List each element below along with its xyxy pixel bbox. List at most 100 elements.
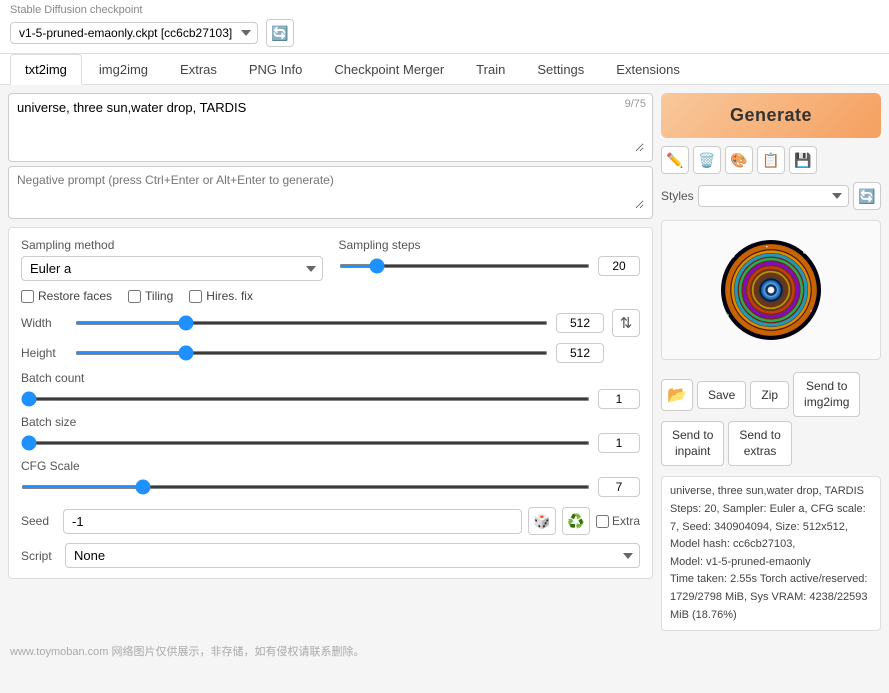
positive-prompt-input[interactable]: universe, three sun,water drop, TARDIS — [17, 100, 644, 152]
top-bar: Stable Diffusion checkpoint v1-5-pruned-… — [0, 0, 889, 54]
width-row: Width ⇅ — [21, 309, 640, 337]
extra-label: Extra — [612, 514, 640, 528]
sampling-method-label: Sampling method — [21, 238, 323, 252]
height-value[interactable] — [556, 343, 604, 363]
seed-label: Seed — [21, 514, 57, 528]
seed-input[interactable] — [63, 509, 522, 534]
batch-size-slider-row — [21, 433, 640, 453]
checkpoint-label: Stable Diffusion checkpoint — [10, 4, 879, 16]
palette-icon-btn[interactable]: 🎨 — [725, 146, 753, 174]
tab-extensions[interactable]: Extensions — [601, 54, 695, 84]
sampling-method-col: Sampling method Euler a — [21, 238, 323, 281]
tab-img2img[interactable]: img2img — [84, 54, 163, 84]
refresh-checkpoint-btn[interactable]: 🔄 — [266, 19, 294, 47]
batch-count-row: Batch count — [21, 371, 640, 409]
tiling-checkbox[interactable] — [128, 290, 141, 303]
height-slider[interactable] — [75, 351, 548, 355]
send-inpaint-label: Send toinpaint — [672, 428, 713, 458]
batch-size-label: Batch size — [21, 415, 640, 429]
batch-size-row: Batch size — [21, 415, 640, 453]
cfg-slider[interactable] — [21, 485, 590, 489]
batch-size-slider[interactable] — [21, 441, 590, 445]
script-select[interactable]: None — [65, 543, 640, 568]
batch-count-value[interactable] — [598, 389, 640, 409]
output-image-area — [661, 220, 881, 360]
sampling-method-select[interactable]: Euler a — [21, 256, 323, 281]
restore-faces-label: Restore faces — [38, 289, 112, 303]
tab-png-info[interactable]: PNG Info — [234, 54, 317, 84]
negative-prompt-box[interactable] — [8, 166, 653, 219]
watermark: www.toymoban.com 网络图片仅供展示，非存储，如有侵权请联系删除。 — [0, 639, 889, 663]
checkboxes-row: Restore faces Tiling Hires. fix — [21, 289, 640, 303]
send-img2img-btn[interactable]: Send toimg2img — [793, 372, 860, 417]
send-extras-label: Send toextras — [739, 428, 780, 458]
hires-fix-label: Hires. fix — [206, 289, 253, 303]
width-value[interactable] — [556, 313, 604, 333]
copy-icon-btn[interactable]: 📋 — [757, 146, 785, 174]
batch-size-value[interactable] — [598, 433, 640, 453]
sampling-steps-slider[interactable] — [339, 264, 591, 268]
batch-count-slider-row — [21, 389, 640, 409]
right-panel: Generate ✏️ 🗑️ 🎨 📋 💾 Styles 🔄 — [653, 93, 881, 631]
prompt-counter: 9/75 — [625, 98, 646, 110]
hires-fix-checkbox[interactable] — [189, 290, 202, 303]
tiling-checkbox-label[interactable]: Tiling — [128, 289, 173, 303]
checkpoint-select[interactable]: v1-5-pruned-emaonly.ckpt [cc6cb27103] — [10, 22, 258, 44]
tab-checkpoint-merger[interactable]: Checkpoint Merger — [319, 54, 459, 84]
refresh-styles-btn[interactable]: 🔄 — [853, 182, 881, 210]
tab-extras[interactable]: Extras — [165, 54, 232, 84]
controls-section: Sampling method Euler a Sampling steps — [8, 227, 653, 579]
bottom-buttons: 📂 Save Zip Send toimg2img Send toinpaint… — [661, 372, 881, 466]
tiling-label: Tiling — [145, 289, 173, 303]
pencil-icon-btn[interactable]: ✏️ — [661, 146, 689, 174]
negative-prompt-input[interactable] — [17, 173, 644, 209]
sampling-steps-label: Sampling steps — [339, 238, 641, 252]
action-icons-row: ✏️ 🗑️ 🎨 📋 💾 — [661, 146, 881, 174]
sampling-steps-col: Sampling steps — [339, 238, 641, 281]
extra-checkbox[interactable] — [596, 515, 609, 528]
cfg-value[interactable] — [598, 477, 640, 497]
output-info-line1: universe, three sun,water drop, TARDIS — [670, 483, 872, 501]
styles-select[interactable] — [698, 185, 849, 207]
width-slider[interactable] — [75, 321, 548, 325]
restore-faces-checkbox-label[interactable]: Restore faces — [21, 289, 112, 303]
sampling-steps-slider-row — [339, 256, 641, 276]
cfg-label: CFG Scale — [21, 459, 640, 473]
generate-button[interactable]: Generate — [661, 93, 881, 138]
styles-label: Styles — [661, 189, 694, 203]
tab-txt2img[interactable]: txt2img — [10, 54, 82, 85]
hires-fix-checkbox-label[interactable]: Hires. fix — [189, 289, 253, 303]
seed-dice-btn[interactable]: 🎲 — [528, 507, 556, 535]
seed-recycle-btn[interactable]: ♻️ — [562, 507, 590, 535]
output-info-line3: Model: v1-5-pruned-emaonly — [670, 554, 872, 572]
send-extras-btn[interactable]: Send toextras — [728, 421, 791, 466]
open-folder-btn[interactable]: 📂 — [661, 379, 693, 411]
save-btn[interactable]: Save — [697, 381, 746, 409]
cfg-slider-row — [21, 477, 640, 497]
output-info-line4: Time taken: 2.55s Torch active/reserved:… — [670, 571, 872, 624]
tab-settings[interactable]: Settings — [522, 54, 599, 84]
width-label: Width — [21, 316, 67, 330]
height-label: Height — [21, 346, 67, 360]
zip-btn[interactable]: Zip — [750, 381, 789, 409]
height-row: Height — [21, 343, 640, 363]
extra-checkbox-label[interactable]: Extra — [596, 514, 640, 528]
script-row: Script None — [21, 543, 640, 568]
tab-train[interactable]: Train — [461, 54, 520, 84]
script-label: Script — [21, 549, 57, 563]
left-panel: 9/75 universe, three sun,water drop, TAR… — [8, 93, 653, 631]
trash-icon-btn[interactable]: 🗑️ — [693, 146, 721, 174]
send-img2img-label: Send toimg2img — [804, 379, 849, 409]
save-icon-btn[interactable]: 💾 — [789, 146, 817, 174]
positive-prompt-box: 9/75 universe, three sun,water drop, TAR… — [8, 93, 653, 162]
cfg-row: CFG Scale — [21, 459, 640, 497]
sampling-steps-value[interactable] — [598, 256, 640, 276]
restore-faces-checkbox[interactable] — [21, 290, 34, 303]
batch-count-slider[interactable] — [21, 397, 590, 401]
send-inpaint-btn[interactable]: Send toinpaint — [661, 421, 724, 466]
sampling-row: Sampling method Euler a Sampling steps — [21, 238, 640, 281]
swap-dimensions-btn[interactable]: ⇅ — [612, 309, 640, 337]
output-info-line2: Steps: 20, Sampler: Euler a, CFG scale: … — [670, 501, 872, 554]
styles-row: Styles 🔄 — [661, 182, 881, 210]
output-info: universe, three sun,water drop, TARDIS S… — [661, 476, 881, 631]
